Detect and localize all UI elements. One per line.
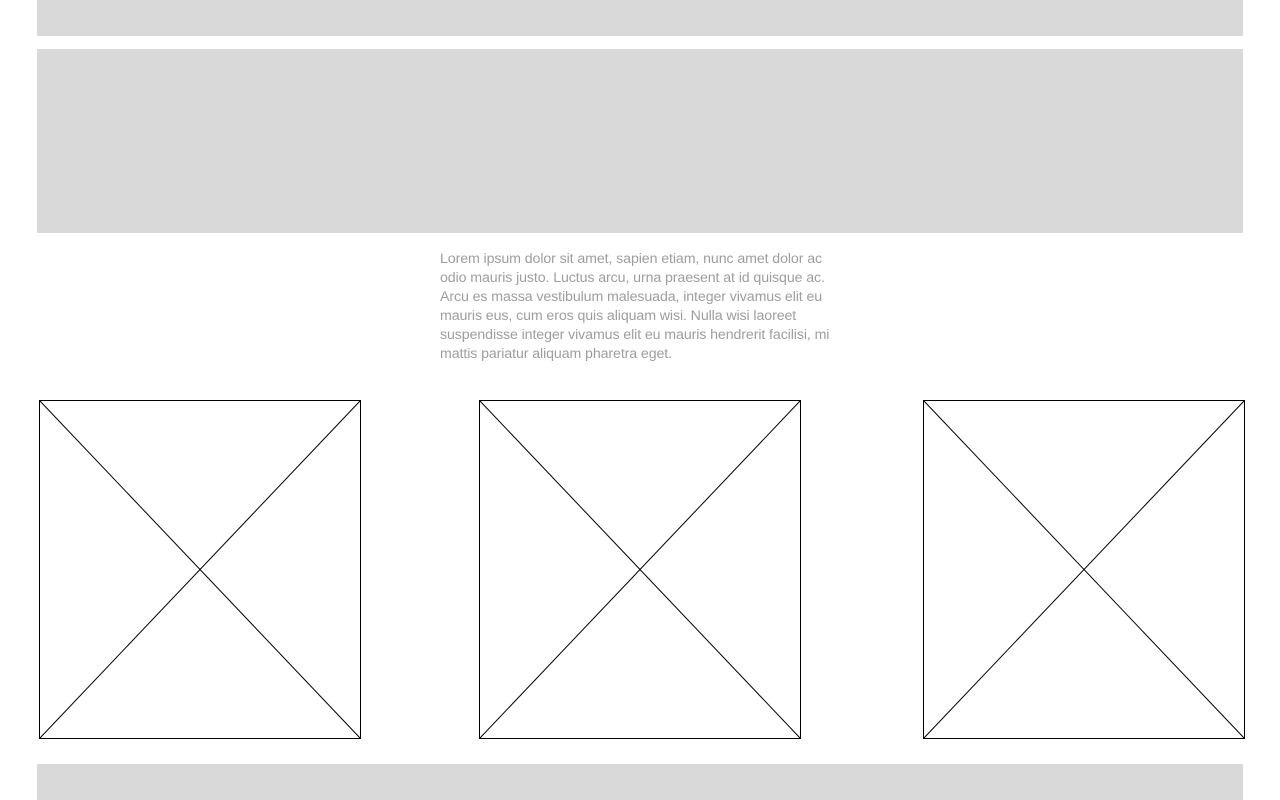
image-placeholder-icon — [923, 400, 1245, 739]
image-placeholder-2 — [479, 400, 801, 739]
image-placeholder-icon — [479, 400, 801, 739]
header-bar — [37, 0, 1243, 36]
intro-paragraph: Lorem ipsum dolor sit amet, sapien etiam… — [440, 251, 830, 362]
image-placeholder-1 — [39, 400, 361, 739]
hero-banner — [37, 49, 1243, 233]
image-placeholder-icon — [39, 400, 361, 739]
image-placeholder-3 — [923, 400, 1245, 739]
footer-bar — [37, 764, 1243, 800]
